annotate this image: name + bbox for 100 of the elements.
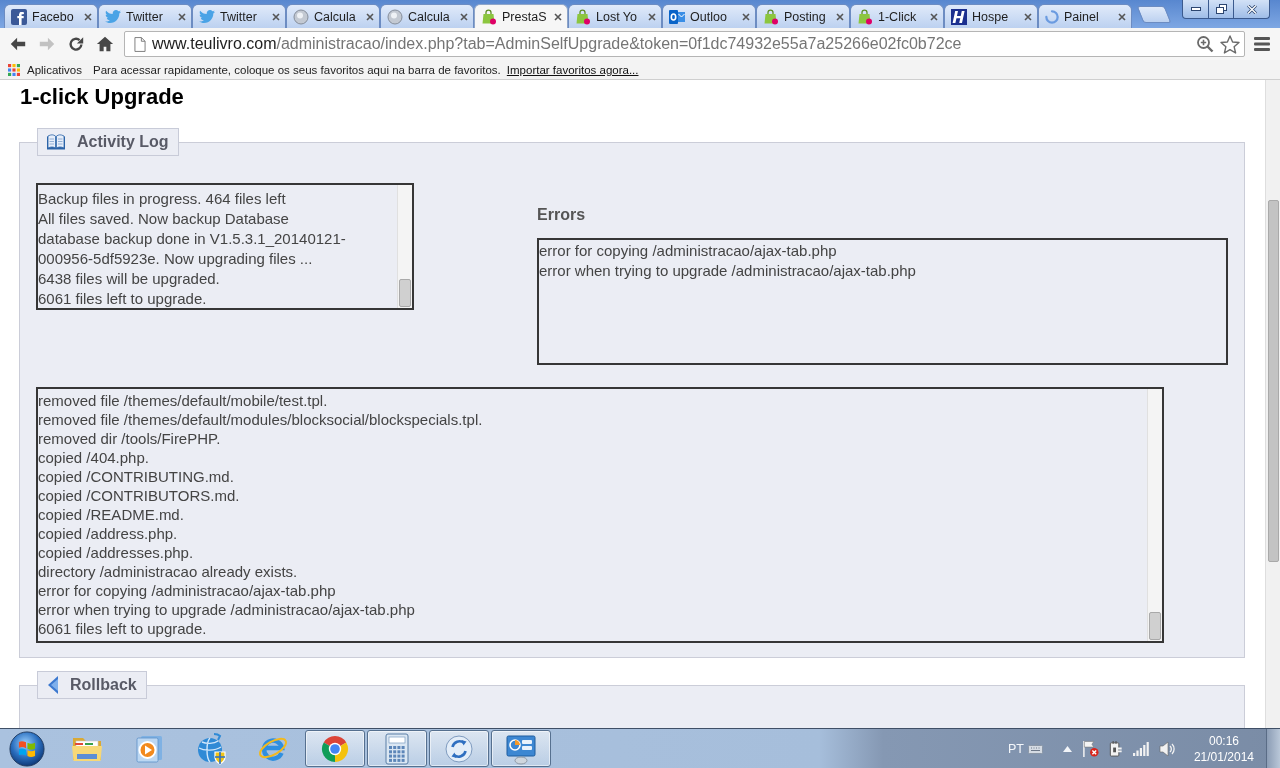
log-line: copied /CONTRIBUTORS.md. [38, 486, 240, 505]
home-icon [96, 35, 114, 53]
log-line: copied /addresses.php. [38, 543, 194, 562]
close-icon[interactable] [272, 12, 280, 21]
browser-tab[interactable]: Calcula [286, 4, 380, 28]
close-icon[interactable] [742, 12, 750, 21]
log-line: database backup done in V1.5.3.1_20140121- [38, 229, 346, 249]
browser-tab[interactable]: Posting [756, 4, 850, 28]
log-line: 6438 files will be upgraded. [38, 269, 220, 289]
restore-button[interactable] [1209, 0, 1234, 19]
keyboard-icon[interactable] [1027, 743, 1043, 754]
close-icon[interactable] [554, 12, 562, 21]
page-icon [134, 36, 146, 52]
browser-tab[interactable]: 1-Click [850, 4, 944, 28]
apps-button[interactable]: Aplicativos [8, 63, 82, 76]
close-icon[interactable] [366, 12, 374, 21]
browser-tab[interactable]: Lost Yo [568, 4, 662, 28]
show-desktop-button[interactable] [1266, 729, 1280, 768]
close-button[interactable] [1234, 0, 1270, 19]
calculator-icon [383, 732, 411, 765]
minimize-icon [1190, 7, 1201, 11]
close-icon [1246, 4, 1257, 14]
bag-icon [763, 8, 779, 25]
log-line: copied /404.php. [38, 448, 149, 467]
log-line: copied /CONTRIBUTING.md. [38, 467, 234, 486]
close-icon[interactable] [178, 12, 186, 21]
signal-bars-icon[interactable] [1132, 741, 1149, 756]
book-icon [46, 134, 66, 150]
taskbar-button[interactable] [429, 730, 489, 767]
globe-shield-icon [195, 732, 227, 765]
triangle-left-icon [48, 676, 58, 694]
taskbar-button[interactable] [491, 730, 551, 767]
bird-icon [199, 9, 215, 24]
browser-tab[interactable]: Outloo [662, 4, 756, 28]
browser-tab[interactable]: Calcula [380, 4, 474, 28]
menu-icon [1254, 37, 1270, 51]
section-title: Activity Log [77, 132, 169, 152]
mail-logo-icon [669, 8, 685, 25]
control-panel-icon [505, 732, 537, 765]
browser-tab[interactable]: PrestaS [474, 4, 568, 28]
close-icon[interactable] [648, 12, 656, 21]
log-line: 6061 files left to upgrade. [38, 289, 207, 309]
minimize-button[interactable] [1182, 0, 1209, 19]
log-line: removed file /themes/default/modules/blocksocial/blockspecials.tpl. [38, 410, 483, 429]
browser-tab[interactable]: Facebo [4, 4, 98, 28]
close-icon[interactable] [1118, 12, 1126, 21]
speaker-icon[interactable] [1158, 740, 1176, 757]
f-logo-icon [11, 8, 27, 25]
url-text: www.teulivro.com/administracao/index.php?tab=AdminSelfUpgrade&token=0f1dc74932e55a7a25266e02fc0b72ce [152, 35, 962, 53]
play-icon [133, 733, 165, 764]
log-line: copied /README.md. [38, 505, 184, 524]
log-line: 6061 files left to upgrade. [38, 619, 207, 638]
log-textarea[interactable] [36, 183, 414, 310]
h-logo-icon [951, 8, 967, 25]
bookmarks-hint: Para acessar rapidamente, coloque os seus favoritos aqui na barra de favoritos. [92, 63, 501, 76]
close-icon[interactable] [460, 12, 468, 21]
scrollbar-thumb[interactable] [1268, 200, 1279, 562]
flag-alert-icon[interactable] [1081, 740, 1099, 757]
apps-grid-icon [8, 63, 20, 76]
log-line: All files saved. Now backup Database [38, 209, 289, 229]
bag-icon [481, 8, 497, 25]
scrollbar-thumb[interactable] [399, 279, 411, 307]
start-orb-icon [9, 730, 45, 767]
browser-tab[interactable]: Twitter [192, 4, 286, 28]
bag-icon [857, 8, 873, 25]
import-bookmarks-link[interactable]: Importar favoritos agora... [506, 63, 639, 76]
close-icon[interactable] [1024, 12, 1032, 21]
back-arrow-icon [9, 35, 27, 53]
close-icon[interactable] [836, 12, 844, 21]
log-line: removed dir /tools/FirePHP. [38, 429, 221, 448]
address-bar[interactable]: www.teulivro.com/administracao/index.php?tab=AdminSelfUpgrade&token=0f1dc74932e55a7a25266e02fc0b72ce [124, 31, 1245, 57]
errors-textarea[interactable]: error for copying /administracao/ajax-tab.php error when trying to upgrade /administracao/ajax-tab.php [537, 238, 1228, 365]
taskbar-button[interactable] [367, 730, 427, 767]
caret-up-icon[interactable] [1062, 745, 1072, 752]
log-line: directory /administracao already exists. [38, 562, 298, 581]
log-line: error when trying to upgrade /administracao/ajax-tab.php [38, 600, 415, 619]
orb-icon [387, 8, 403, 25]
taskbar-button[interactable] [305, 730, 365, 767]
browser-tab[interactable]: Twitter [98, 4, 192, 28]
reload-icon [67, 35, 85, 53]
sync-icon [443, 732, 475, 765]
close-icon[interactable] [930, 12, 938, 21]
browser-tab[interactable]: Painel [1038, 4, 1132, 28]
browser-tab[interactable]: Hospe [944, 4, 1038, 28]
errors-heading: Errors [537, 205, 587, 225]
orb-icon [293, 8, 309, 25]
zoom-icon[interactable] [1196, 35, 1214, 53]
page-title: 1-click Upgrade [19, 84, 185, 110]
scrollbar-thumb[interactable] [1149, 612, 1161, 640]
power-plug-icon[interactable] [1108, 740, 1123, 757]
log-textarea[interactable] [36, 387, 1164, 643]
close-icon[interactable] [84, 12, 92, 21]
error-line: error when trying to upgrade /administracao/ajax-tab.php [539, 261, 916, 281]
log-line: error for copying /administracao/ajax-tab.php [38, 581, 336, 600]
log-line: 000956-5df5923e. Now upgrading files ... [38, 249, 313, 269]
forward-arrow-icon [38, 35, 56, 53]
star-icon[interactable] [1220, 34, 1240, 54]
log-line: removed file /themes/default/mobile/test.tpl. [38, 391, 328, 410]
loading-icon [1045, 9, 1059, 24]
error-line: error for copying /administracao/ajax-tab.php [539, 241, 837, 261]
